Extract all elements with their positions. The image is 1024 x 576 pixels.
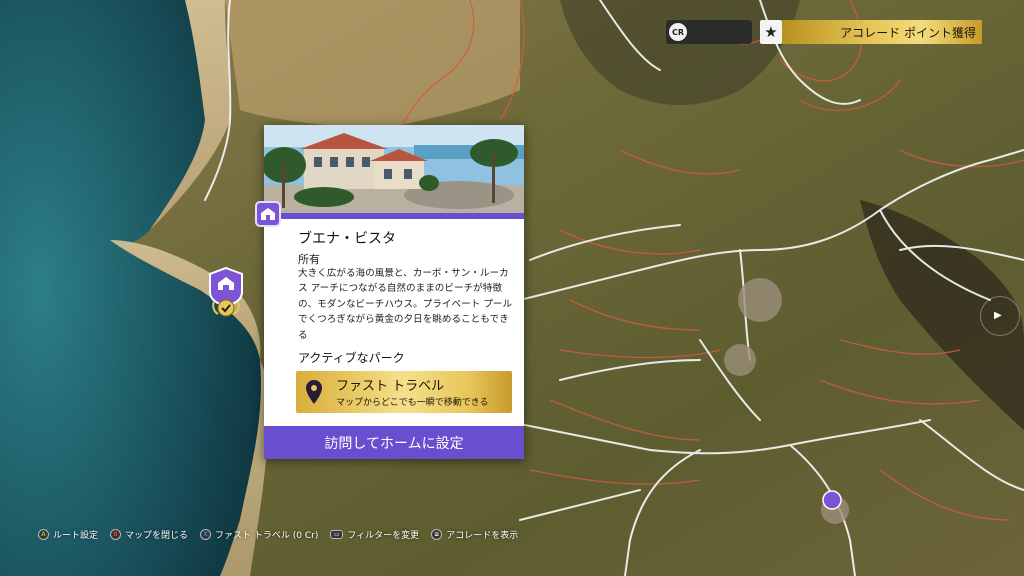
fast-travel-label: ファスト トラベル	[336, 379, 445, 394]
location-title: ブエナ・ビスタ	[298, 231, 396, 247]
fast-travel-description: マップからどこでも一瞬で移動できる	[336, 398, 489, 408]
active-perk-heading: アクティブなパーク	[298, 351, 405, 365]
map-pin-icon	[306, 380, 322, 404]
hint-label: アコレードを表示	[446, 530, 519, 541]
hint-label: ファスト トラベル (0 Cr)	[215, 530, 319, 541]
a-button-icon: A	[38, 528, 49, 540]
hint-label: マップを閉じる	[125, 530, 189, 541]
x-button-icon: X	[200, 528, 212, 540]
house-marker-icon[interactable]	[208, 266, 244, 318]
location-description: 大きく広がる海の風景と、カーボ・サン・ルーカス アーチにつながる自然のままのビー…	[298, 268, 513, 341]
b-button-icon: B	[110, 528, 122, 540]
menu-button-icon: ≡	[431, 528, 443, 540]
accolade-label: アコレード ポイント獲得	[840, 25, 976, 40]
fast-travel-perk[interactable]: ファスト トラベル マップからどこでも一瞬で移動できる	[296, 371, 512, 413]
credits-icon: CR	[669, 23, 687, 41]
hint-accolades[interactable]: ≡ アコレードを表示	[431, 528, 518, 541]
accolade-banner: アコレード ポイント獲得	[782, 20, 982, 44]
view-button-icon: ▭	[330, 529, 344, 539]
card-accent-stripe	[264, 213, 524, 219]
hint-label: ルート設定	[53, 530, 99, 541]
hint-filter[interactable]: ▭ フィルターを変更	[330, 528, 419, 541]
visit-set-home-button[interactable]: 訪問してホームに設定	[264, 426, 524, 459]
house-badge-icon	[255, 201, 281, 227]
play-arrow-icon: ▶	[994, 310, 1002, 321]
controller-hints: A ルート設定 B マップを閉じる X ファスト トラベル (0 Cr) ▭ フ…	[38, 526, 518, 542]
credits-display: CR	[666, 20, 752, 44]
hint-fast-travel[interactable]: X ファスト トラベル (0 Cr)	[200, 528, 318, 541]
hint-close-map[interactable]: B マップを閉じる	[110, 528, 188, 541]
ownership-status: 所有	[298, 253, 320, 266]
visit-set-home-label: 訪問してホームに設定	[324, 435, 464, 452]
hint-route[interactable]: A ルート設定	[38, 528, 98, 541]
accolade-star-icon: ★	[760, 20, 782, 44]
location-card: ブエナ・ビスタ 所有 大きく広がる海の風景と、カーボ・サン・ルーカス アーチにつ…	[264, 125, 524, 459]
house-preview-image	[264, 125, 524, 213]
hint-label: フィルターを変更	[347, 530, 420, 541]
